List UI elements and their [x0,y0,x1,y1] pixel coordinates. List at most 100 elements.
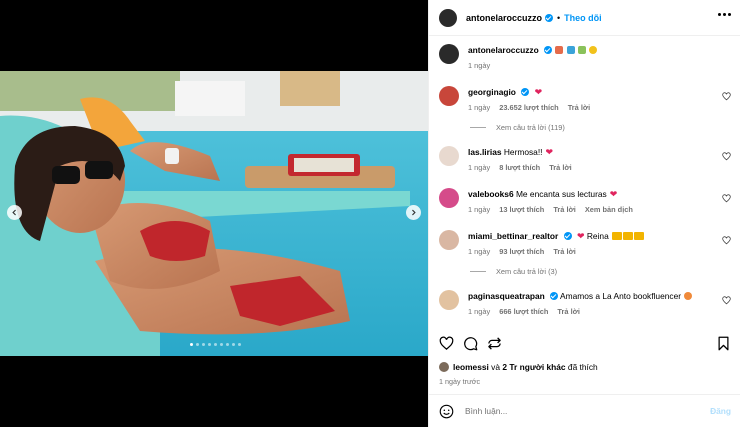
commenter-avatar[interactable] [439,146,459,166]
caption-username[interactable]: antonelaroccuzzo [468,45,539,55]
emoji-icon [578,46,587,54]
carousel-dot [190,343,193,346]
comment-icon[interactable] [463,336,478,351]
comment-username[interactable]: miami_bettinar_realtor [468,231,558,241]
reply-button[interactable]: Trả lời [549,162,572,174]
comment-text: Reina [586,231,609,241]
commenter-avatar[interactable] [439,86,459,106]
verified-badge-icon [550,292,559,300]
crown-icon [612,232,623,240]
view-replies-button[interactable]: Xem câu trả lời (3) [470,267,731,276]
comment-username[interactable]: las.lirias [468,147,502,157]
carousel-dot [238,343,241,346]
comment-text: Hermosa!! [503,147,543,157]
comment-likes[interactable]: 13 lượt thích [499,204,544,216]
translate-button[interactable]: Xem bản dịch [585,204,633,216]
reply-button[interactable]: Trả lời [553,246,576,258]
reply-button[interactable]: Trả lời [557,306,580,318]
media-panel [0,0,428,427]
carousel-dot [214,343,217,346]
liker-username[interactable]: leomessi [453,362,489,372]
comment-item: paginasqueatrapan Amamos a La Anto bookf… [439,290,731,318]
emoji-icon[interactable] [439,404,454,419]
comment-likes[interactable]: 8 lượt thích [499,162,540,174]
commenter-avatar[interactable] [439,230,459,250]
verified-badge-icon [521,88,530,96]
carousel-dot [232,343,235,346]
liker-avatar[interactable] [439,362,449,372]
carousel-dot [220,343,223,346]
carousel-dot [196,343,199,346]
next-slide-button[interactable] [406,205,421,220]
comment-item: valebooks6 Me encanta sus lecturas ❤ 1 ng… [439,188,731,216]
commenter-avatar[interactable] [439,188,459,208]
comments-list: antonelaroccuzzo 1 ngày georginagio ❤ 1 … [429,36,740,328]
comment-time[interactable]: 1 ngày [468,204,490,216]
comment-username[interactable]: paginasqueatrapan [468,291,545,301]
carousel-dot [202,343,205,346]
heart-icon[interactable] [722,92,731,101]
likes-middle: và [488,362,503,372]
heart-icon[interactable] [722,152,731,161]
comment-likes[interactable]: 666 lượt thích [499,306,548,318]
carousel-indicator [190,343,241,346]
follow-button[interactable]: Theo dõi [564,13,602,23]
carousel-dot [208,343,211,346]
comment-time[interactable]: 1 ngày [468,306,490,318]
post-actions [439,333,731,353]
emoji-icon [555,46,564,54]
heart-eyes-emoji-icon [684,292,693,300]
likes-suffix: đã thích [565,362,598,372]
comment-text: Amamos a La Anto bookfluencer [560,291,682,301]
likes-others[interactable]: 2 Tr người khác [502,362,565,372]
comment-time[interactable]: 1 ngày [468,162,490,174]
comment-username[interactable]: georginagio [468,87,516,97]
post-time[interactable]: 1 ngày trước [439,377,480,386]
previous-slide-button[interactable] [7,205,22,220]
red-heart-icon: ❤ [545,147,554,157]
comment-likes[interactable]: 93 lượt thích [499,246,544,258]
carousel-dot [226,343,229,346]
share-icon[interactable] [487,336,502,351]
commenter-avatar[interactable] [439,290,459,310]
comment-input[interactable]: Bình luận... [465,406,710,416]
reply-button[interactable]: Trả lời [553,204,576,216]
author-username[interactable]: antonelaroccuzzo [466,13,542,23]
verified-badge-icon [544,46,553,54]
view-replies-button[interactable]: Xem câu trả lời (119) [470,123,731,132]
caption: antonelaroccuzzo 1 ngày [439,44,731,72]
chevron-right-icon [412,209,416,216]
red-heart-icon: ❤ [534,87,543,97]
verified-badge-icon [545,13,554,22]
comment-username[interactable]: valebooks6 [468,189,514,199]
heart-icon[interactable] [722,236,731,245]
heart-icon[interactable] [722,296,731,305]
post-side-panel: antonelaroccuzzo • Theo dõi antonelarocc… [428,0,740,427]
comment-time[interactable]: 1 ngày [468,102,490,114]
comment-time[interactable]: 1 ngày [468,246,490,258]
separator-dot: • [557,12,561,23]
sun-icon [589,46,598,54]
caption-time[interactable]: 1 ngày [468,60,490,72]
heart-icon[interactable] [439,336,454,351]
emoji-icon [566,46,575,54]
post-comment-button[interactable]: Đăng [710,406,731,416]
author-avatar[interactable] [439,44,459,64]
red-heart-icon: ❤ [609,189,618,199]
comment-item: las.lirias Hermosa!! ❤ 1 ngày 8 lượt thíc… [439,146,731,174]
comment-text: Me encanta sus lecturas [515,189,607,199]
verified-badge-icon [563,232,572,240]
comment-item: miami_bettinar_realtor ❤ Reina 1 ngày 93… [439,230,731,258]
author-avatar[interactable] [439,8,457,27]
post-header: antonelaroccuzzo • Theo dõi [429,0,740,36]
heart-icon[interactable] [722,194,731,203]
more-icon[interactable] [718,13,731,16]
reply-button[interactable]: Trả lời [568,102,591,114]
likes-summary: leomessi và 2 Tr người khác đã thích [439,362,598,372]
comment-likes[interactable]: 23.652 lượt thích [499,102,559,114]
chevron-left-icon [12,209,16,216]
crown-icon [623,232,634,240]
comment-item: georginagio ❤ 1 ngày 23.652 lượt thích T… [439,86,731,114]
crown-icon [634,232,645,240]
save-icon[interactable] [716,336,731,351]
